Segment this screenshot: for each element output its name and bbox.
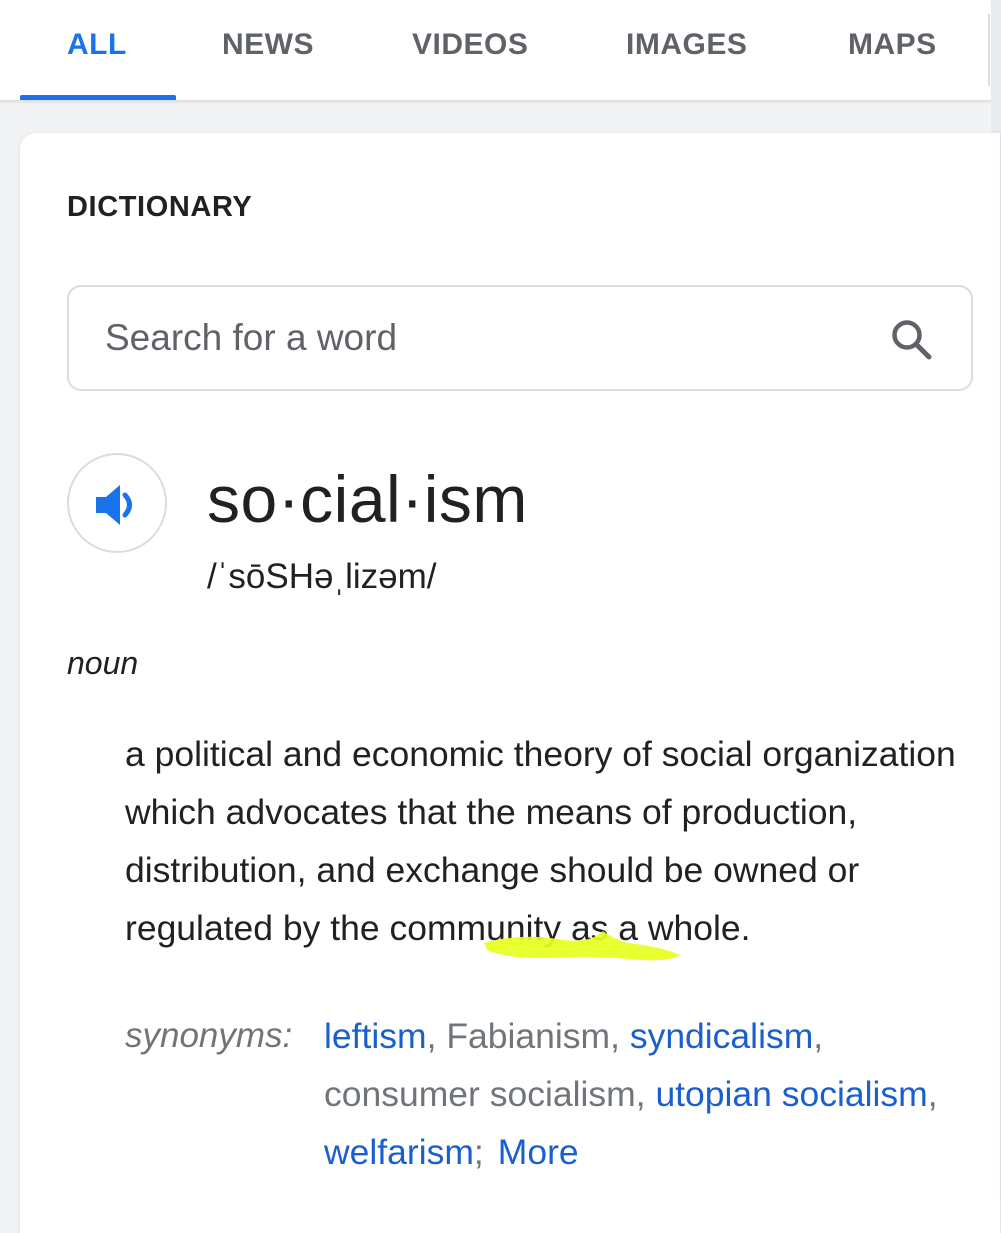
tab-all[interactable]: ALL — [67, 28, 127, 62]
synonym-link[interactable]: welfarism — [324, 1132, 474, 1172]
tab-news[interactable]: NEWS — [222, 28, 314, 62]
tab-maps[interactable]: MAPS — [848, 28, 937, 62]
section-title: DICTIONARY — [67, 191, 253, 223]
synonym-separator: , — [635, 1074, 656, 1114]
more-synonyms-link[interactable]: More — [498, 1132, 579, 1172]
synonym-link[interactable]: syndicalism — [630, 1016, 813, 1056]
dictionary-card: DICTIONARY so·cial·ism /ˈsōSHəˌlizəm/ no… — [20, 133, 1000, 1233]
part-of-speech: noun — [67, 645, 139, 681]
speaker-icon — [96, 485, 132, 525]
search-tabs-bar: ALL NEWS VIDEOS IMAGES MAPS — [0, 0, 1001, 100]
tab-videos[interactable]: VIDEOS — [412, 28, 528, 62]
synonym-separator: , — [813, 1016, 824, 1056]
tab-images[interactable]: IMAGES — [626, 28, 747, 62]
dictionary-search-box — [67, 285, 973, 391]
synonym-separator: , — [927, 1074, 938, 1114]
synonym-separator: , — [426, 1016, 447, 1056]
synonym-separator: , — [610, 1016, 630, 1056]
headword: so·cial·ism — [207, 462, 528, 536]
synonym-text: consumer socialism — [324, 1074, 636, 1114]
synonym-text: Fabianism — [446, 1016, 611, 1056]
search-icon[interactable] — [889, 317, 935, 363]
tab-bar-divider — [988, 14, 990, 86]
synonym-link[interactable]: utopian socialism — [655, 1074, 927, 1114]
synonym-separator: ; — [473, 1132, 484, 1172]
dictionary-search-input[interactable] — [105, 313, 865, 363]
synonym-link[interactable]: leftism — [324, 1016, 427, 1056]
synonyms-label: synonyms: — [125, 1016, 293, 1055]
definition-text: a political and economic theory of socia… — [125, 734, 956, 948]
synonyms-list: leftism, Fabianism, syndicalism, consume… — [324, 1007, 964, 1181]
pronunciation-button[interactable] — [67, 453, 167, 553]
active-tab-indicator — [20, 95, 176, 100]
phonetic-spelling: /ˈsōSHəˌlizəm/ — [207, 557, 437, 596]
